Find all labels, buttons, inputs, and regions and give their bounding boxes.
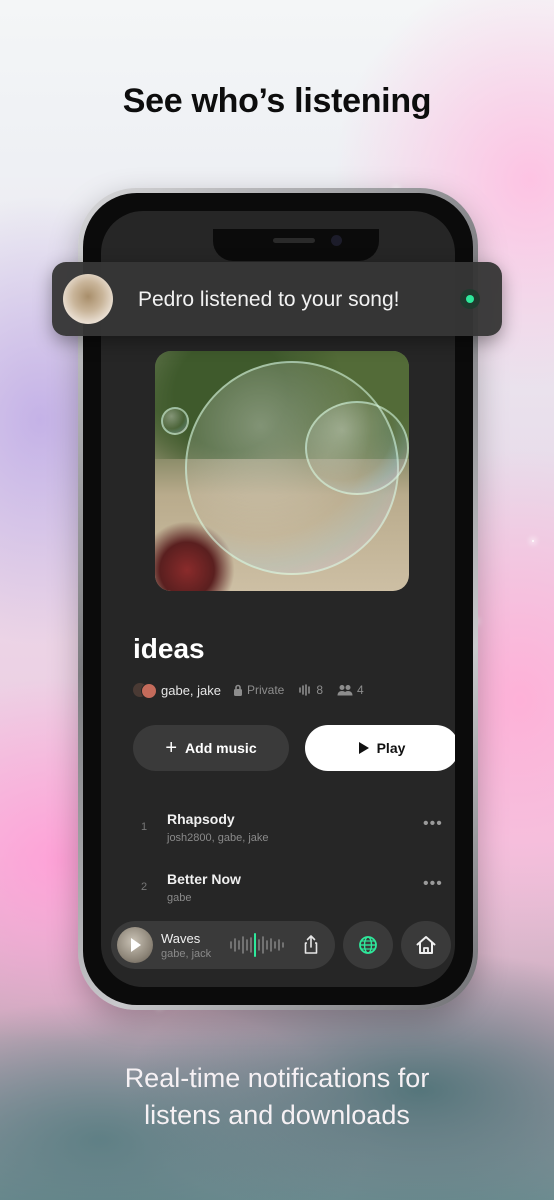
lock-icon: [234, 684, 242, 696]
member-names[interactable]: gabe, jake: [161, 683, 221, 698]
listener-avatar: [63, 274, 113, 324]
now-playing-artists: gabe, jack: [161, 948, 212, 960]
track-name: Better Now: [167, 871, 241, 887]
online-status-indicator: [460, 289, 480, 309]
more-options-icon[interactable]: •••: [423, 875, 443, 893]
privacy-status: Private: [233, 683, 284, 697]
playback-waveform[interactable]: [229, 933, 287, 957]
feature-caption: Real-time notifications for listens and …: [0, 1060, 554, 1134]
member-avatars[interactable]: [133, 682, 157, 699]
play-label: Play: [376, 740, 406, 756]
caption-line-2: listens and downloads: [144, 1100, 410, 1130]
listen-count-value: 8: [316, 683, 324, 697]
add-music-label: Add music: [185, 740, 257, 756]
headline: See who’s listening: [122, 82, 432, 120]
track-number: 2: [141, 881, 148, 893]
track-artists: gabe: [167, 892, 192, 904]
home-button[interactable]: [401, 921, 451, 969]
privacy-label: Private: [247, 683, 285, 697]
share-icon[interactable]: [299, 933, 323, 957]
notification-text: Pedro listened to your song!: [138, 288, 400, 311]
track-row[interactable]: 2 Better Now gabe •••: [133, 867, 442, 907]
playlist-artwork: [155, 351, 409, 591]
people-icon: [337, 685, 353, 696]
track-number: 1: [141, 821, 148, 833]
globe-icon: [359, 936, 377, 954]
playlist-meta: gabe, jake Private 8 4: [133, 681, 372, 699]
listen-notification[interactable]: Pedro listened to your song!: [52, 262, 502, 336]
collaborator-count: 4: [337, 683, 364, 697]
globe-button[interactable]: [343, 921, 393, 969]
collaborator-count-value: 4: [357, 683, 364, 697]
listen-count: 8: [298, 683, 323, 697]
now-playing-artwork[interactable]: [117, 927, 153, 963]
front-camera: [331, 235, 342, 246]
caption-line-1: Real-time notifications for: [124, 1063, 430, 1093]
phone-notch: [213, 229, 379, 261]
track-name: Rhapsody: [167, 811, 235, 827]
home-icon: [416, 936, 436, 954]
add-music-button[interactable]: + Add music: [133, 725, 289, 771]
plus-icon: +: [165, 737, 178, 759]
now-playing-bar[interactable]: Waves gabe, jack: [111, 921, 335, 969]
waveform-icon: [299, 684, 311, 696]
track-row[interactable]: 1 Rhapsody josh2800, gabe, jake •••: [133, 807, 442, 847]
speaker-grille: [273, 238, 315, 243]
more-options-icon[interactable]: •••: [423, 815, 443, 833]
track-artists: josh2800, gabe, jake: [167, 832, 269, 844]
play-button[interactable]: Play: [305, 725, 455, 771]
play-icon[interactable]: [131, 938, 141, 952]
play-icon: [358, 742, 369, 754]
playlist-title: ideas: [133, 633, 205, 664]
now-playing-title: Waves: [161, 931, 201, 946]
sparkle-decoration: [532, 540, 534, 542]
